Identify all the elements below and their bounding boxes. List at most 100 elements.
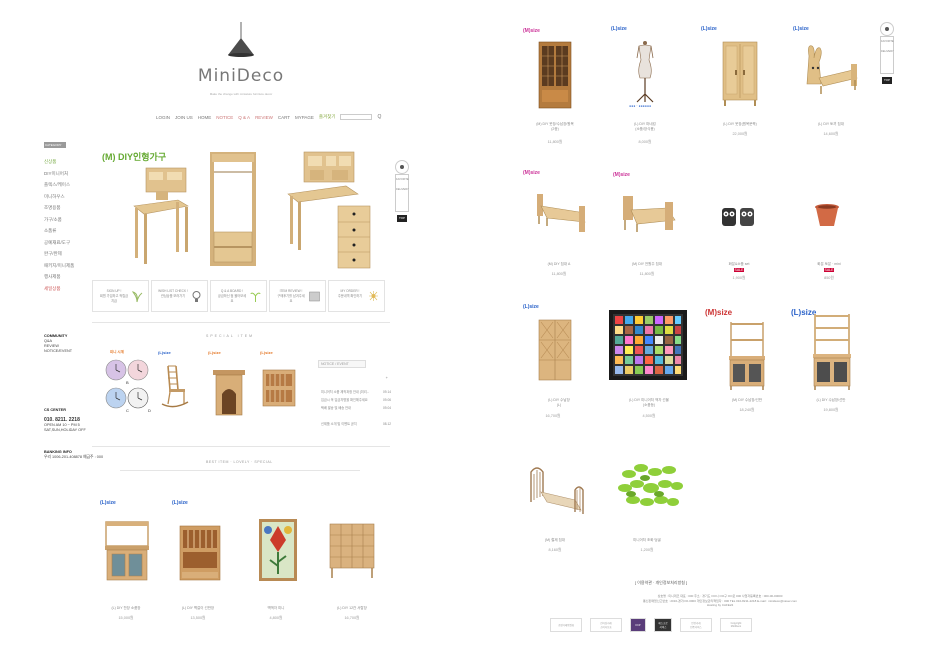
safety-badge[interactable]: 안전거래 인증서비스: [680, 618, 712, 632]
notice-more-button[interactable]: +: [386, 375, 388, 380]
order-box[interactable]: MY ORDER ! 주문내역 확인하기: [328, 280, 385, 312]
product-caption[interactable]: (L) DIY 수납장/선반: [801, 398, 861, 403]
site-logo[interactable]: MiniDeco: [196, 66, 286, 86]
wardrobe-image[interactable]: [208, 152, 258, 268]
nav-notice[interactable]: NOTICE: [216, 115, 233, 120]
product-caption[interactable]: (L) DIY 토끼 침대: [801, 122, 861, 127]
quick-favorite[interactable]: FAVORITE: [396, 178, 409, 182]
fireplace-image[interactable]: [212, 368, 246, 416]
product-owl-set-image[interactable]: [721, 206, 755, 228]
top-button[interactable]: TOP: [397, 215, 407, 222]
product-dresser-shelf-l-image[interactable]: [811, 312, 853, 392]
category-item[interactable]: 패키지/미니제품: [44, 260, 74, 272]
desk-image[interactable]: [130, 166, 190, 266]
review-box[interactable]: ITEM REVIEW ! 구매후기를 남겨주세요: [269, 280, 326, 312]
footer-links[interactable]: [ 이용약관 · 개인정보처리방침 ]: [635, 580, 687, 586]
product-caption[interactable]: 화분 토분 · mini: [799, 262, 859, 267]
quick-delivery[interactable]: DELIVERY: [881, 50, 894, 54]
nav-qna[interactable]: Q & A: [238, 115, 250, 120]
product-caption[interactable]: 벽액자 미니: [246, 606, 306, 611]
nav-bookmark[interactable]: 즐겨찾기: [319, 114, 336, 120]
category-item[interactable]: 미니하우스: [44, 191, 74, 203]
product-caption[interactable]: (M) DIY 전원주 침대: [617, 262, 677, 267]
category-item[interactable]: 완구/완제: [44, 248, 74, 260]
product-wardrobe-image[interactable]: [721, 40, 759, 108]
quick-favorite[interactable]: FAVORITE: [881, 40, 894, 44]
notice-item[interactable]: 미니어처 소품 제작과정 안내 (미리... 09.14: [321, 388, 391, 396]
product-caption[interactable]: (M) 철제 침대: [525, 538, 585, 543]
notice-tab[interactable]: NOTICE / EVENT: [318, 360, 366, 368]
category-item[interactable]: 행사제품: [44, 271, 74, 283]
qna-box[interactable]: Q & A BOARD ! 궁금하신 점 물어보세요: [210, 280, 267, 312]
product-rabbit-bed-image[interactable]: [803, 44, 859, 100]
search-input[interactable]: [340, 114, 373, 120]
product-caption[interactable]: (L) DIY 미니어처 액자 선물 (소품등): [619, 398, 679, 408]
top-nav: LOGIN JOIN US HOME NOTICE Q & A REVIEW C…: [156, 114, 381, 120]
nav-login[interactable]: LOGIN: [156, 115, 170, 120]
product-caption[interactable]: (L) DIY 마네킹 (소품/장식용): [615, 122, 675, 132]
notice-item[interactable]: 택배 발송 및 배송 안내 09.04: [321, 404, 391, 412]
signup-box[interactable]: SIGN UP ! 회원 가입하고 적립금 지급: [92, 280, 149, 312]
category-item[interactable]: 소품류: [44, 225, 74, 237]
product-caption[interactable]: (L) DIY 12칸 서랍장: [322, 606, 382, 611]
product-stained-glass-image[interactable]: [258, 518, 298, 582]
product-bed-a-image[interactable]: [533, 190, 589, 234]
community-link[interactable]: NOTICE/EVENT: [44, 349, 72, 354]
category-item[interactable]: 신상품: [44, 156, 74, 168]
nav-home[interactable]: HOME: [198, 115, 212, 120]
sprout-icon: [250, 292, 261, 302]
product-drawer-chest-image[interactable]: [328, 520, 376, 582]
product-cupboard-image[interactable]: [104, 520, 150, 584]
nav-review[interactable]: REVIEW: [255, 115, 273, 120]
search-icon[interactable]: Q: [377, 114, 381, 120]
desk-drawer-image[interactable]: [286, 150, 372, 272]
size-label: (L)size: [100, 500, 116, 506]
product-caption[interactable]: (M) DIY 옷장/수납장/원목 (2종): [525, 122, 585, 132]
consumer-badge[interactable]: 전자상거래 소비자보호: [590, 618, 622, 632]
product-caption[interactable]: (M) DIY 침대 A: [529, 262, 589, 267]
product-mini-frame-image[interactable]: [609, 310, 687, 380]
category-item[interactable]: DIY미니어처: [44, 168, 74, 180]
nav-cart[interactable]: CART: [278, 115, 290, 120]
category-item[interactable]: 가구/소품: [44, 214, 74, 226]
kcp-badge[interactable]: KCP: [630, 618, 646, 632]
nav-join[interactable]: JOIN US: [175, 115, 193, 120]
product-wall-shelf-image[interactable]: [178, 524, 222, 582]
quick-menu-icon[interactable]: [395, 160, 409, 174]
product-price: 1,900원: [732, 276, 746, 280]
top-button[interactable]: TOP: [882, 77, 892, 84]
leaf-icon: [132, 291, 143, 303]
product-clay-pot-image[interactable]: [813, 202, 841, 228]
category-item[interactable]: 세일상품: [44, 283, 74, 295]
wall-shelf-image[interactable]: [262, 368, 296, 408]
product-vine-image[interactable]: [617, 460, 683, 512]
escrow-badge[interactable]: 에스크로 서비스: [654, 618, 672, 632]
product-cabinet-image[interactable]: [537, 40, 573, 112]
product-storage-cabinet-image[interactable]: [537, 318, 573, 384]
quick-delivery[interactable]: DELIVERY: [396, 188, 409, 192]
product-mannequin-image[interactable]: [631, 40, 659, 104]
product-caption[interactable]: (L) DIY 찬장 소품장: [96, 606, 156, 611]
category-header: CATEGORY: [44, 142, 66, 148]
rocking-chair-image[interactable]: [160, 364, 190, 410]
wishlist-box[interactable]: WISH LIST CHECK ! 관심상품 보러가기: [151, 280, 208, 312]
ftc-badge[interactable]: 공정거래위원회: [550, 618, 582, 632]
category-item[interactable]: 조명용품: [44, 202, 74, 214]
product-caption[interactable]: (M) DIY 수납장/선반: [717, 398, 777, 403]
quick-menu-icon[interactable]: [880, 22, 894, 36]
notice-item[interactable]: 신제품 소개 및 이벤트 공지 08.12: [321, 420, 391, 428]
category-item[interactable]: 공예재료/도구: [44, 237, 74, 249]
nav-mypage[interactable]: MYPAGE: [295, 115, 314, 120]
product-dresser-shelf-m-image[interactable]: [727, 320, 767, 392]
product-caption[interactable]: 미니어처 조화 덩굴: [617, 538, 677, 543]
product-caption[interactable]: (L) DIY 벽걸이 선반장: [168, 606, 228, 611]
product-price: 15,000원: [118, 616, 134, 620]
notice-item[interactable]: 입금시 꼭 입금자명을 확인해주세요 09.06: [321, 396, 391, 404]
product-caption[interactable]: (L) DIY 옷장(원목문짝): [710, 122, 770, 127]
product-iron-bed-image[interactable]: [527, 462, 585, 518]
product-bed-b-image[interactable]: [621, 190, 677, 234]
clocks-image[interactable]: B C D: [104, 358, 152, 420]
category-item[interactable]: 플렉스/케이스: [44, 179, 74, 191]
product-caption[interactable]: (L) DIY 수납장 (L): [529, 398, 589, 408]
product-caption[interactable]: 화분&소품 set: [709, 262, 769, 267]
